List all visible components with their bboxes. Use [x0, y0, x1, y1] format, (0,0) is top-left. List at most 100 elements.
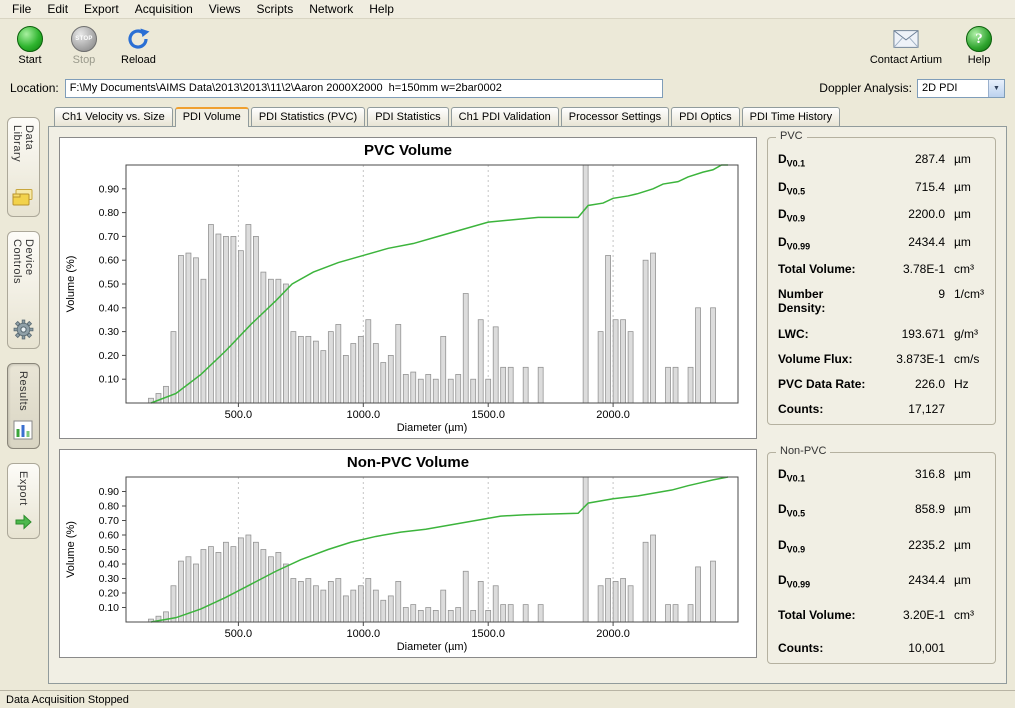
stat-label: DV0.9	[778, 538, 871, 554]
location-label: Location:	[10, 81, 59, 95]
contact-artium-button[interactable]: Contact Artium	[865, 23, 947, 69]
menu-scripts[interactable]: Scripts	[249, 0, 302, 18]
svg-text:Diameter (µm): Diameter (µm)	[397, 641, 468, 653]
stat-unit: µm	[945, 235, 987, 249]
sidebar-item-label: Data Library	[11, 125, 35, 182]
results-chart-icon	[13, 420, 33, 443]
menu-views[interactable]: Views	[201, 0, 249, 18]
sidebar-item-device-controls[interactable]: Device Controls	[7, 231, 40, 349]
stat-unit: 1/cm³	[945, 287, 987, 301]
stat-row: DV0.992434.4µm	[778, 235, 987, 251]
stat-label: Total Volume:	[778, 262, 871, 276]
doppler-analysis-group: Doppler Analysis: 2D PDI ▼	[819, 79, 1005, 98]
stat-value: 2200.0	[871, 207, 945, 221]
menu-edit[interactable]: Edit	[39, 0, 76, 18]
stop-icon: STOP	[71, 26, 97, 52]
stop-button-label: Stop	[73, 54, 96, 66]
tab-ch1-velocity-vs-size[interactable]: Ch1 Velocity vs. Size	[54, 107, 173, 126]
tab-processor-settings[interactable]: Processor Settings	[561, 107, 669, 126]
help-icon: ?	[966, 26, 992, 52]
stat-value: 3.873E-1	[871, 352, 945, 366]
stat-label: Counts:	[778, 641, 871, 655]
menu-export[interactable]: Export	[76, 0, 127, 18]
stat-label: Counts:	[778, 402, 871, 416]
svg-text:0.60: 0.60	[99, 255, 120, 267]
tab-pdi-statistics-pvc[interactable]: PDI Statistics (PVC)	[251, 107, 365, 126]
stat-label: DV0.9	[778, 207, 871, 223]
svg-text:1500.0: 1500.0	[471, 409, 505, 421]
stat-label: Total Volume:	[778, 608, 871, 622]
help-button[interactable]: ? Help	[957, 23, 1001, 69]
stop-button[interactable]: STOP Stop	[62, 23, 106, 69]
svg-text:0.20: 0.20	[99, 350, 120, 362]
stat-label: PVC Data Rate:	[778, 377, 871, 391]
stat-row: DV0.1316.8µm	[778, 467, 987, 483]
svg-text:0.30: 0.30	[99, 573, 120, 585]
svg-text:0.20: 0.20	[99, 588, 120, 600]
menu-bar: FileEditExportAcquisitionViewsScriptsNet…	[0, 0, 1015, 19]
sidebar-item-results[interactable]: Results	[7, 363, 40, 449]
toolbar: Start STOP Stop Reload	[0, 19, 1015, 77]
location-bar: Location: Doppler Analysis: 2D PDI ▼	[0, 77, 1015, 103]
nonpvc-volume-chart: Non-PVC Volume 500.01000.01500.02000.00.…	[59, 449, 757, 658]
chevron-down-icon[interactable]: ▼	[988, 80, 1004, 97]
pvc-stats-group-title: PVC	[776, 130, 807, 142]
stat-value: 2235.2	[871, 538, 945, 552]
stat-value: 2434.4	[871, 573, 945, 587]
stat-row: PVC Data Rate:226.0Hz	[778, 377, 987, 391]
svg-text:Volume (%): Volume (%)	[65, 256, 77, 313]
charts-column: PVC Volume 500.01000.01500.02000.00.100.…	[59, 137, 757, 673]
location-input[interactable]	[65, 79, 663, 98]
doppler-analysis-label: Doppler Analysis:	[819, 81, 912, 95]
main-area: Data Library Device Controls Results Export…	[0, 103, 1015, 690]
tab-pdi-statistics[interactable]: PDI Statistics	[367, 107, 448, 126]
tab-ch1-pdi-validation[interactable]: Ch1 PDI Validation	[451, 107, 559, 126]
svg-text:0.60: 0.60	[99, 530, 120, 542]
svg-text:Diameter (µm): Diameter (µm)	[397, 422, 468, 434]
nonpvc-stats-group: Non-PVC DV0.1316.8µmDV0.5858.9µmDV0.9223…	[767, 452, 996, 664]
nonpvc-chart-title: Non-PVC Volume	[62, 453, 754, 471]
stat-row: Counts:10,001	[778, 641, 987, 655]
content-area: Ch1 Velocity vs. SizePDI VolumePDI Stati…	[46, 103, 1015, 690]
stat-row: LWC:193.671g/m³	[778, 327, 987, 341]
svg-text:Volume (%): Volume (%)	[65, 521, 77, 578]
tab-pdi-optics[interactable]: PDI Optics	[671, 107, 740, 126]
stat-label: Volume Flux:	[778, 352, 871, 366]
start-button[interactable]: Start	[8, 23, 52, 69]
svg-text:0.10: 0.10	[99, 602, 120, 614]
tab-strip: Ch1 Velocity vs. SizePDI VolumePDI Stati…	[54, 107, 1007, 126]
menu-file[interactable]: File	[4, 0, 39, 18]
stat-row: DV0.5715.4µm	[778, 180, 987, 196]
toolbar-right-group: Contact Artium ? Help	[865, 23, 1001, 69]
sidebar-item-export[interactable]: Export	[7, 463, 40, 539]
tab-pdi-time-history[interactable]: PDI Time History	[742, 107, 841, 126]
stat-value: 226.0	[871, 377, 945, 391]
tab-pdi-volume[interactable]: PDI Volume	[175, 107, 249, 126]
stat-value: 17,127	[871, 402, 945, 416]
toolbar-left-group: Start STOP Stop Reload	[8, 23, 161, 69]
menu-help[interactable]: Help	[361, 0, 402, 18]
stat-row: DV0.92235.2µm	[778, 538, 987, 554]
svg-text:0.50: 0.50	[99, 544, 120, 556]
stat-value: 2434.4	[871, 235, 945, 249]
reload-button[interactable]: Reload	[116, 23, 161, 69]
stat-label: DV0.1	[778, 467, 871, 483]
stat-unit: cm/s	[945, 352, 987, 366]
menu-network[interactable]: Network	[301, 0, 361, 18]
stat-unit: µm	[945, 180, 987, 194]
doppler-analysis-select[interactable]: 2D PDI ▼	[917, 79, 1005, 98]
contact-artium-label: Contact Artium	[870, 54, 942, 66]
sidebar-item-label: Results	[17, 371, 29, 411]
sidebar-item-data-library[interactable]: Data Library	[7, 117, 40, 217]
stat-value: 316.8	[871, 467, 945, 481]
sidebar-item-label: Export	[17, 471, 29, 506]
stat-unit: µm	[945, 573, 987, 587]
stat-unit: µm	[945, 502, 987, 516]
menu-acquisition[interactable]: Acquisition	[127, 0, 201, 18]
stat-label: Number Density:	[778, 287, 871, 315]
svg-text:2000.0: 2000.0	[596, 409, 630, 421]
stat-row: Counts:17,127	[778, 402, 987, 416]
sidebar-item-label: Device Controls	[11, 239, 35, 313]
stat-row: Volume Flux:3.873E-1cm/s	[778, 352, 987, 366]
app-window: FileEditExportAcquisitionViewsScriptsNet…	[0, 0, 1015, 708]
